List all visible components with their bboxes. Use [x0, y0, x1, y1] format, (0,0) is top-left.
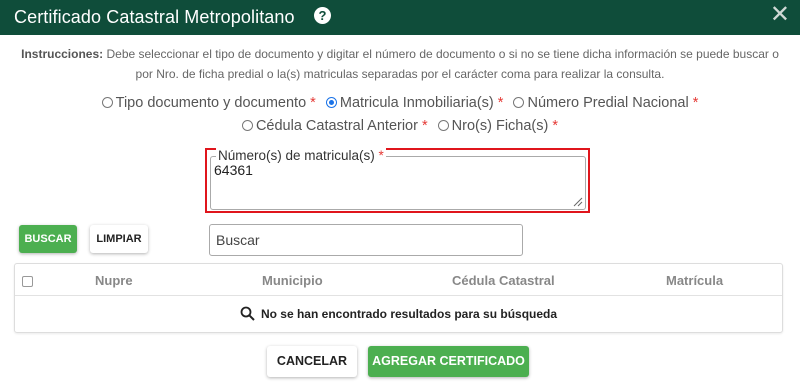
radio-cedula-catastral[interactable] [241, 120, 253, 131]
cancel-button[interactable]: CANCELAR [267, 346, 357, 377]
option-tipo-documento[interactable]: Tipo documento y documento * [101, 95, 316, 111]
option-label: Cédula Catastral Anterior [255, 118, 418, 134]
radio-fichas[interactable] [437, 120, 449, 131]
column-header-municipio[interactable]: Municipio [262, 273, 323, 288]
option-cedula-catastral[interactable]: Cédula Catastral Anterior * [241, 118, 428, 134]
required-mark: * [552, 118, 559, 134]
search-icon [240, 306, 255, 321]
dialog-header: Certificado Catastral Metropolitano ? ✕ [0, 0, 800, 35]
results-table: Nupre Municipio Cédula Catastral Matrícu… [14, 263, 783, 333]
instructions-label: Instrucciones: [21, 47, 104, 61]
instructions-text: Instrucciones: Debe seleccionar el tipo … [20, 44, 780, 84]
required-mark: * [310, 95, 316, 111]
option-matricula-inmobiliaria[interactable]: Matricula Inmobiliaria(s) * [325, 95, 504, 111]
matricula-value[interactable]: 64361 [214, 162, 253, 178]
matricula-textarea[interactable] [210, 156, 586, 210]
matricula-field-label: Número(s) de matricula(s) * [216, 148, 386, 163]
empty-results: No se han encontrado resultados para su … [15, 296, 782, 333]
option-fichas[interactable]: Nro(s) Ficha(s) * [437, 118, 559, 134]
required-mark: * [497, 95, 504, 111]
column-header-nupre[interactable]: Nupre [95, 273, 133, 288]
instructions-body: Debe seleccionar el tipo de documento y … [103, 47, 779, 81]
clear-button[interactable]: LIMPIAR [90, 225, 148, 253]
empty-message: No se han encontrado resultados para su … [260, 307, 558, 321]
resize-handle-icon[interactable] [573, 197, 583, 207]
search-type-row-1: Tipo documento y documento * Matricula I… [0, 95, 800, 111]
column-header-cedula[interactable]: Cédula Catastral [452, 273, 555, 288]
table-header: Nupre Municipio Cédula Catastral Matrícu… [15, 264, 782, 296]
add-certificate-button[interactable]: AGREGAR CERTIFICADO [368, 346, 529, 377]
select-all-checkbox[interactable] [22, 276, 33, 287]
column-header-matricula[interactable]: Matrícula [666, 273, 723, 288]
matricula-label-text: Número(s) de matricula(s) [218, 148, 375, 163]
help-icon[interactable]: ? [314, 7, 331, 24]
option-numero-predial[interactable]: Número Predial Nacional * [513, 95, 698, 111]
close-icon[interactable]: ✕ [770, 2, 790, 28]
search-button[interactable]: BUSCAR [19, 225, 77, 253]
filter-input[interactable] [209, 224, 523, 256]
radio-numero-predial[interactable] [513, 97, 525, 108]
required-mark: * [692, 95, 699, 111]
required-mark: * [421, 118, 428, 134]
option-label: Tipo documento y documento [115, 95, 307, 111]
option-label: Número Predial Nacional [527, 95, 689, 111]
option-label: Matricula Inmobiliaria(s) [339, 95, 494, 111]
option-label: Nro(s) Ficha(s) [451, 118, 549, 134]
radio-tipo-documento[interactable] [101, 97, 113, 108]
radio-matricula-inmobiliaria[interactable] [325, 97, 337, 108]
search-type-row-2: Cédula Catastral Anterior * Nro(s) Ficha… [0, 118, 800, 134]
required-mark: * [378, 148, 384, 163]
dialog-title: Certificado Catastral Metropolitano [14, 7, 295, 27]
